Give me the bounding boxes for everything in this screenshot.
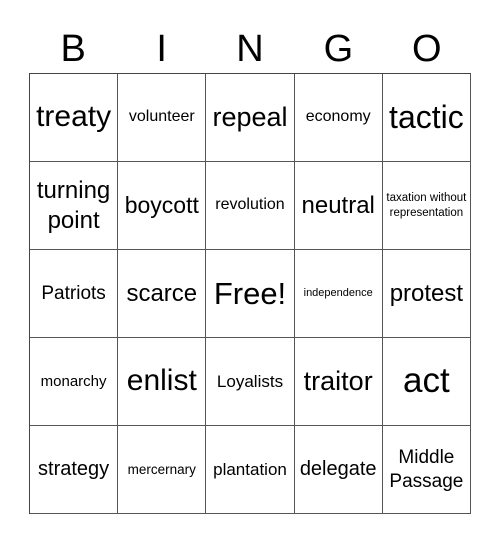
cell-text: monarchy [40,372,107,390]
bingo-cell[interactable]: enlist [118,338,207,426]
cell-text: taxation without representation [386,192,467,219]
cell-text: act [403,361,450,401]
bingo-cell[interactable]: repeal [206,74,295,162]
header-letter-i: I [156,28,167,70]
cell-text: independence [303,287,373,300]
cell-text: traitor [303,365,373,396]
bingo-cell[interactable]: economy [294,74,383,162]
bingo-cell[interactable]: neutral [294,162,383,250]
bingo-cell[interactable]: act [382,338,471,426]
cell-text: tactic [389,99,464,136]
bingo-cell[interactable]: tactic [382,74,471,162]
cell-text: scarce [126,279,198,307]
bingo-cell[interactable]: revolution [206,162,295,250]
bingo-cell[interactable]: plantation [206,426,295,514]
header-letter-o: O [412,28,442,70]
cell-text: delegate [299,458,377,480]
bingo-cell[interactable]: taxation without representation [382,162,471,250]
cell-text: treaty [36,100,112,134]
cell-text: strategy [38,458,110,480]
bingo-cell[interactable]: Middle Passage [382,426,471,514]
cell-text: Patriots [41,282,106,304]
bingo-cell[interactable]: boycott [118,162,207,250]
cell-text: plantation [213,459,287,479]
bingo-cell[interactable]: mercernary [118,426,207,514]
bingo-grid: treaty volunteer repeal economy tactic t… [29,73,471,514]
cell-text: repeal [212,101,288,132]
bingo-cell[interactable]: protest [382,250,471,338]
bingo-header: B I N G O [29,24,471,74]
bingo-cell[interactable]: strategy [30,426,119,514]
cell-text: Middle Passage [389,446,464,492]
bingo-cell[interactable]: traitor [294,338,383,426]
bingo-cell[interactable]: Loyalists [206,338,295,426]
header-letter-g: G [323,28,354,70]
bingo-cell[interactable]: turning point [30,162,119,250]
cell-text: revolution [215,196,285,214]
bingo-cell[interactable]: Patriots [30,250,119,338]
cell-text: mercernary [127,461,196,477]
cell-text: volunteer [128,108,195,126]
cell-text: boycott [124,192,199,219]
cell-text: economy [305,108,371,126]
bingo-cell[interactable]: monarchy [30,338,119,426]
cell-text: protest [389,279,464,307]
cell-text: neutral [301,191,375,219]
free-space-text: Free! [213,275,287,311]
header-letter-b: B [60,28,86,70]
header-letter-n: N [236,28,264,70]
bingo-cell[interactable]: scarce [118,250,207,338]
cell-text: turning point [36,176,111,234]
bingo-cell[interactable]: volunteer [118,74,207,162]
bingo-cell[interactable]: delegate [294,426,383,514]
bingo-cell[interactable]: independence [294,250,383,338]
bingo-cell[interactable]: treaty [30,74,119,162]
free-space-cell[interactable]: Free! [206,250,295,338]
cell-text: Loyalists [216,371,284,391]
cell-text: enlist [126,364,197,398]
